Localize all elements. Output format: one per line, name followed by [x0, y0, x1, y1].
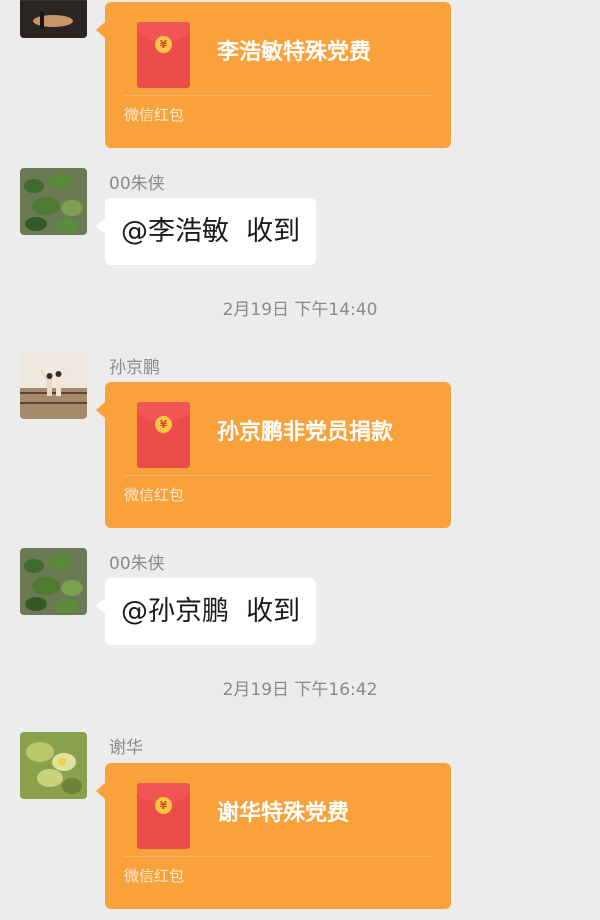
red-packet-title: 李浩敏特殊党费: [217, 40, 372, 65]
red-packet-label: 微信红包: [124, 867, 185, 885]
avatar-people-image: [20, 352, 87, 419]
avatar[interactable]: [20, 168, 87, 235]
sender-name: 谢华: [109, 738, 143, 758]
red-packet-label: 微信红包: [124, 486, 185, 504]
avatar-plant-image: [20, 548, 87, 615]
timestamp: 2月19日 下午14:40: [222, 300, 378, 320]
red-packet-envelope-icon: ¥: [137, 402, 190, 468]
divider: [123, 475, 431, 476]
avatar[interactable]: [20, 732, 87, 799]
text-message[interactable]: @李浩敏 收到: [95, 198, 317, 265]
red-packet-envelope-icon: ¥: [137, 783, 190, 849]
avatar[interactable]: [20, 0, 87, 38]
red-packet-title: 谢华特殊党费: [217, 801, 350, 826]
avatar-sunset-image: [20, 0, 87, 38]
red-packet-title: 孙京鹏非党员捐款: [217, 420, 394, 445]
red-packet-message[interactable]: ¥ 李浩敏特殊党费 微信红包: [96, 2, 451, 148]
red-packet-message[interactable]: ¥ 孙京鹏非党员捐款 微信红包: [96, 382, 451, 528]
text-message[interactable]: @孙京鹏 收到: [95, 578, 317, 645]
timestamp: 2月19日 下午16:42: [222, 680, 378, 700]
avatar-flower-image: [20, 732, 87, 799]
red-packet-label: 微信红包: [124, 106, 185, 124]
divider: [123, 95, 431, 96]
avatar[interactable]: [20, 352, 87, 419]
sender-name: 孙京鹏: [109, 358, 160, 378]
avatar-plant-image: [20, 168, 87, 235]
yuan-coin-icon: ¥: [155, 36, 172, 53]
yuan-coin-icon: ¥: [155, 416, 172, 433]
red-packet-message[interactable]: ¥ 谢华特殊党费 微信红包: [96, 763, 451, 909]
yuan-coin-icon: ¥: [155, 797, 172, 814]
sender-name: 00朱侠: [109, 554, 165, 574]
avatar[interactable]: [20, 548, 87, 615]
red-packet-envelope-icon: ¥: [137, 22, 190, 88]
sender-name: 00朱侠: [109, 174, 165, 194]
divider: [123, 856, 431, 857]
